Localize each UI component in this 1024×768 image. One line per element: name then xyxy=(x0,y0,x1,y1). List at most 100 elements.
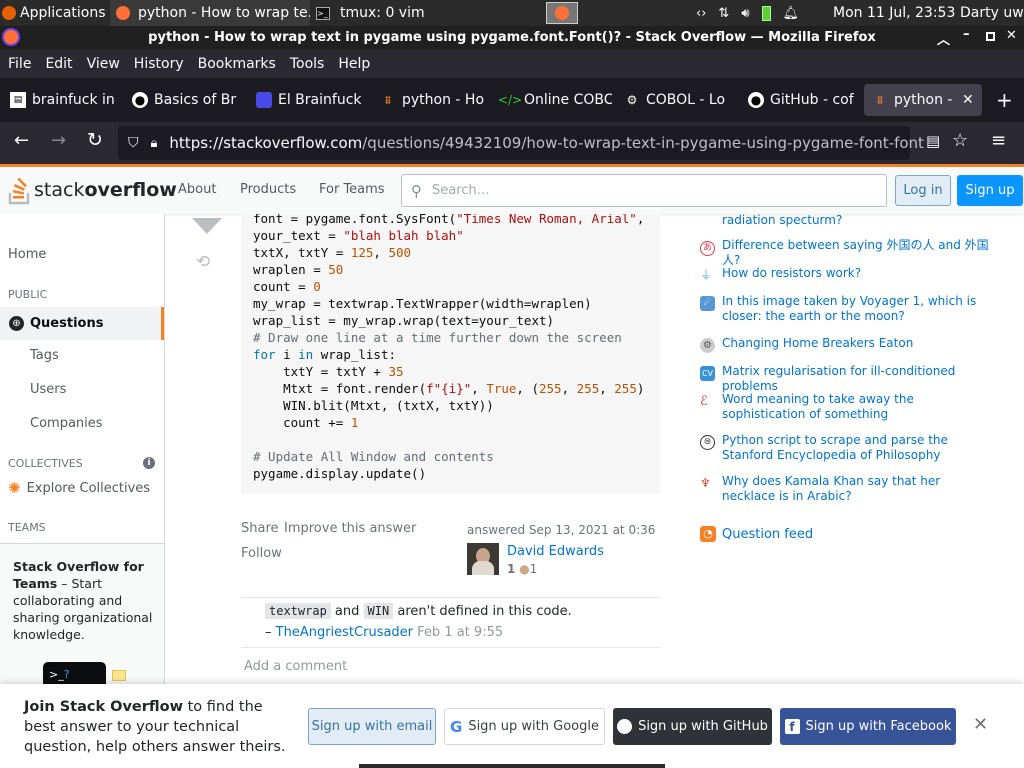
for-teams-link[interactable]: For Teams xyxy=(319,182,385,197)
minimize-icon[interactable]: – xyxy=(963,27,970,42)
lock-icon[interactable]: 🔒︎ xyxy=(151,136,158,151)
hot-question-link[interactable]: Changing Home Breakers Eaton xyxy=(722,336,913,350)
menu-edit[interactable]: Edit xyxy=(37,56,78,72)
signup-email-button[interactable]: Sign up with email xyxy=(308,708,436,745)
tab-el-brainfuck[interactable]: El Brainfuck xyxy=(248,84,370,116)
reload-icon[interactable]: ↻ xyxy=(87,129,103,151)
volume-icon[interactable]: 🔊︎ xyxy=(741,6,749,21)
shield-icon[interactable]: ⛉ xyxy=(128,135,139,151)
answered-date: answered Sep 13, 2021 at 0:36 xyxy=(467,523,656,537)
battery-icon[interactable] xyxy=(761,5,771,21)
forward-icon[interactable]: → xyxy=(51,130,66,151)
so-logo[interactable]: stack overflow xyxy=(8,173,177,207)
maximize-icon[interactable] xyxy=(986,32,995,41)
applications-menu[interactable]: Applications ≡ xyxy=(2,0,108,26)
stackoverflow-icon: ⩩ xyxy=(384,92,392,107)
downvote-icon[interactable] xyxy=(192,218,222,234)
url-bar[interactable]: ⛉ 🔒︎ https://stackoverflow.com/questions… xyxy=(118,126,924,160)
workspace-indicator[interactable] xyxy=(546,2,578,24)
hot-question-link[interactable]: Difference between saying 外国の人 and 外国人? xyxy=(722,238,989,267)
chat-bubble-icon xyxy=(112,670,126,681)
transfer-icon[interactable]: ⇅ xyxy=(718,6,729,21)
search-box[interactable]: ⚲ Search… xyxy=(401,174,887,207)
taskbar-firefox[interactable]: python - How to wrap te... xyxy=(110,0,310,26)
window-titlebar: python - How to wrap text in pygame usin… xyxy=(0,26,1024,50)
reader-view-icon[interactable]: ▤ xyxy=(926,132,940,150)
firefox-icon xyxy=(555,6,569,20)
menu-file[interactable]: File xyxy=(0,56,37,72)
close-icon[interactable]: ✕ xyxy=(973,714,988,735)
code-line: count += 1 xyxy=(253,415,359,430)
stackoverflow-logo-icon xyxy=(8,177,30,205)
tab-brainfuck[interactable]: ▤ brainfuck in xyxy=(2,84,122,116)
back-icon[interactable]: ← xyxy=(14,130,29,151)
hot-question-link[interactable]: radiation specturm? xyxy=(722,213,842,227)
login-button[interactable]: Log in xyxy=(895,175,951,206)
user-name[interactable]: Darty uwu xyxy=(960,0,1024,26)
nav-explore-collectives[interactable]: ✺ Explore Collectives xyxy=(8,479,150,497)
chevron-up-icon[interactable]: ︿ xyxy=(937,29,950,48)
nav-questions[interactable]: ⊕ Questions xyxy=(0,307,164,340)
taskbar-terminal[interactable]: >_ tmux: 0 vim xyxy=(312,0,510,26)
about-link[interactable]: About xyxy=(178,182,216,197)
collectives-icon: ✺ xyxy=(8,479,21,497)
close-tab-icon[interactable]: ✕ xyxy=(962,92,974,108)
menu-history[interactable]: History xyxy=(126,56,190,72)
tab-online-cobol[interactable]: </> Online COBC xyxy=(494,84,612,116)
code-line: your_text = "blah blah blah" xyxy=(253,228,464,243)
improve-answer-link[interactable]: Improve this answer xyxy=(284,521,416,536)
site-icon: CV xyxy=(700,366,715,381)
add-comment-link[interactable]: Add a comment xyxy=(244,659,347,674)
nav-tags[interactable]: Tags xyxy=(30,348,59,363)
signup-google-button[interactable]: G Sign up with Google xyxy=(444,708,605,745)
globe-icon: ⊕ xyxy=(9,316,24,331)
code-line: txtX, txtY = 125, 500 xyxy=(253,245,412,260)
hot-question-link[interactable]: Word meaning to take away the sophistica… xyxy=(722,392,914,421)
close-icon[interactable]: ✕ xyxy=(1006,28,1017,43)
avatar[interactable] xyxy=(467,543,499,575)
nav-companies[interactable]: Companies xyxy=(30,416,103,431)
author-link[interactable]: David Edwards xyxy=(507,544,604,559)
signup-github-button[interactable]: Sign up with GitHub xyxy=(613,708,772,745)
hot-question-link[interactable]: Python script to scrape and parse the St… xyxy=(722,433,948,462)
signup-button[interactable]: Sign up xyxy=(957,175,1023,206)
github-icon xyxy=(617,719,633,734)
hamburger-menu-icon[interactable]: ≡ xyxy=(991,130,1006,151)
hot-question-link[interactable]: Matrix regularisation for ill-conditione… xyxy=(722,364,955,393)
network-arrows-icon[interactable]: ‹› xyxy=(696,6,706,21)
teams-promo: Stack Overflow for Teams – Start collabo… xyxy=(0,543,164,692)
menu-view[interactable]: View xyxy=(79,56,126,72)
nav-users[interactable]: Users xyxy=(30,382,66,397)
menu-help[interactable]: Help xyxy=(330,56,376,72)
scrollbar-thumb[interactable] xyxy=(359,764,665,768)
share-link[interactable]: Share xyxy=(241,521,279,536)
new-tab-icon[interactable]: + xyxy=(996,88,1013,112)
gear-icon: ⚙ xyxy=(626,93,638,107)
tab-python-1[interactable]: ⩩ python - Ho xyxy=(372,84,490,116)
bell-icon[interactable]: 🔔︎ xyxy=(783,6,800,21)
code-line: pygame.display.update() xyxy=(253,466,427,481)
comment-user-link[interactable]: TheAngriestCrusader xyxy=(276,625,413,640)
menu-bookmarks[interactable]: Bookmarks xyxy=(190,56,282,72)
info-icon[interactable]: i xyxy=(143,457,155,469)
code-line: wraplen = 50 xyxy=(253,262,344,277)
follow-link[interactable]: Follow xyxy=(241,546,282,561)
products-link[interactable]: Products xyxy=(240,182,296,197)
code-line: my_wrap = textwrap.TextWrapper(width=wra… xyxy=(253,296,592,311)
clock[interactable]: Mon 11 Jul, 23:53 xyxy=(833,0,955,26)
search-input[interactable]: Search… xyxy=(432,183,490,198)
bookmark-star-icon[interactable]: ☆ xyxy=(952,130,968,151)
hot-question-link[interactable]: Why does Kamala Khan say that her neckla… xyxy=(722,474,940,503)
history-icon[interactable]: ⟲ xyxy=(196,252,210,272)
nav-home[interactable]: Home xyxy=(8,247,46,262)
tab-basics[interactable]: ● Basics of Br xyxy=(124,84,246,116)
tab-cobol[interactable]: ⚙ COBOL - Lo xyxy=(616,84,734,116)
menu-tools[interactable]: Tools xyxy=(282,56,331,72)
tab-python-active[interactable]: ⩩ python - ✕ xyxy=(864,84,982,116)
hot-question-link[interactable]: In this image taken by Voyager 1, which … xyxy=(722,294,976,323)
question-feed-link[interactable]: ◔ Question feed xyxy=(700,526,813,542)
hot-question-link[interactable]: How do resistors work? xyxy=(722,266,861,280)
site-icon: ℰ xyxy=(700,394,708,409)
signup-facebook-button[interactable]: f Sign up with Facebook xyxy=(780,708,956,745)
tab-github[interactable]: ● GitHub - cof xyxy=(740,84,858,116)
